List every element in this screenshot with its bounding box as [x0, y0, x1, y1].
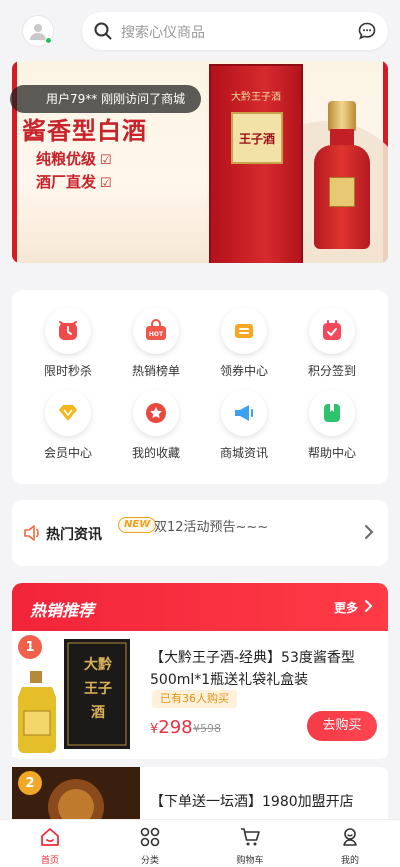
box-label: 大黔王子酒	[231, 92, 281, 103]
product-image[interactable]: 大黔 王子 酒 1	[12, 631, 140, 757]
home-icon	[41, 828, 59, 846]
menu-item-mall-news[interactable]: 商城资讯	[204, 390, 284, 461]
product-title[interactable]: 【大黔王子酒-经典】53度酱香型500ml*1瓶送礼袋礼盒装	[150, 647, 375, 691]
chevron-right-icon[interactable]	[364, 524, 374, 540]
new-badge: NEW	[118, 517, 157, 533]
svg-text:王子: 王子	[84, 681, 112, 697]
box-plate: 王子酒	[231, 112, 283, 164]
news-title: 热门资讯	[46, 527, 102, 543]
news-headline[interactable]: 双12活动预告~~~	[154, 516, 268, 535]
rank-badge: 2	[18, 771, 42, 795]
user-icon	[343, 828, 357, 846]
tab-mine[interactable]: 我的	[300, 820, 400, 867]
coupon-icon	[235, 324, 253, 338]
banner-bullet: 酒厂直发 ☑	[36, 173, 112, 191]
more-link[interactable]: 更多	[334, 599, 358, 616]
hot-section-title: 热销推荐	[30, 601, 95, 620]
alarm-clock-icon	[59, 321, 77, 340]
bottom-tab-bar: 首页 分类 购物车 我的	[0, 819, 400, 867]
tab-home[interactable]: 首页	[0, 820, 100, 867]
menu-label: 会员中心	[43, 446, 92, 460]
svg-text:酒: 酒	[91, 705, 105, 721]
svg-text:HOT: HOT	[149, 331, 164, 338]
online-status-dot	[45, 37, 52, 44]
star-icon	[146, 403, 166, 423]
menu-label: 领券中心	[219, 364, 268, 378]
product-card[interactable]: 2 【下单送一坛酒】1980加盟开店	[12, 767, 388, 827]
chat-bubble-icon[interactable]	[358, 22, 376, 40]
tab-cart[interactable]: 购物车	[200, 820, 300, 867]
tab-label: 分类	[140, 856, 159, 866]
megaphone-icon	[235, 405, 253, 421]
menu-label: 限时秒杀	[43, 364, 92, 378]
hot-section-header: 热销推荐 更多	[12, 583, 388, 631]
visit-toast: 用户79** 刚刚访问了商城	[10, 85, 202, 113]
banner-title: 酱香型白酒	[22, 116, 147, 145]
svg-text:大黔: 大黔	[84, 656, 112, 673]
liquor-bottle-image	[312, 101, 372, 251]
rank-badge: 1	[18, 635, 42, 659]
top-bar: 搜索心仪商品	[0, 0, 400, 60]
buy-button[interactable]: 去购买	[307, 711, 377, 741]
product-title[interactable]: 【下单送一坛酒】1980加盟开店	[150, 791, 375, 813]
menu-label: 帮助中心	[307, 446, 356, 460]
search-icon	[94, 22, 112, 40]
menu-label: 我的收藏	[131, 446, 180, 460]
news-ticker[interactable]: 热门资讯 NEW 双12活动预告~~~	[12, 500, 388, 566]
tab-label: 首页	[40, 856, 59, 866]
menu-item-points-checkin[interactable]: 积分签到	[292, 308, 372, 379]
search-bar[interactable]: 搜索心仪商品	[82, 12, 388, 50]
gift-box-image: 大黔王子酒 王子酒	[209, 64, 303, 263]
calendar-check-icon	[323, 320, 341, 340]
menu-item-flash-sale[interactable]: 限时秒杀	[28, 308, 108, 379]
tab-category[interactable]: 分类	[100, 820, 200, 867]
product-card[interactable]: 大黔 王子 酒 1 【大黔王子酒-经典】53度酱香型500ml*1瓶送礼袋礼盒装…	[12, 631, 388, 759]
quick-menu: 限时秒杀 HOT 热销榜单 领券中心 积分签到 会员中心 我的收藏 商城资讯 帮…	[12, 290, 388, 484]
product-price: ¥298	[150, 717, 193, 738]
menu-label: 热销榜单	[131, 364, 180, 378]
tab-label: 我的	[340, 856, 359, 866]
tab-label: 购物车	[236, 856, 264, 866]
menu-item-help-center[interactable]: 帮助中心	[292, 390, 372, 461]
chevron-right-icon[interactable]	[364, 599, 374, 613]
cart-icon	[241, 828, 260, 846]
menu-label: 积分签到	[307, 364, 356, 378]
menu-item-coupon-center[interactable]: 领券中心	[204, 308, 284, 379]
original-price: ¥598	[193, 722, 221, 735]
menu-item-member-center[interactable]: 会员中心	[28, 390, 108, 461]
menu-item-hot-ranking[interactable]: HOT 热销榜单	[116, 308, 196, 379]
sold-count-badge: 已有36人购买	[152, 690, 237, 708]
diamond-icon	[59, 405, 77, 421]
banner-bullet: 纯粮优级 ☑	[36, 150, 112, 168]
speaker-icon	[24, 525, 39, 541]
bookmark-icon	[324, 404, 340, 422]
category-grid-icon	[140, 827, 160, 847]
product-image[interactable]: 2	[12, 767, 140, 827]
menu-item-my-favorites[interactable]: 我的收藏	[116, 390, 196, 461]
search-placeholder: 搜索心仪商品	[121, 25, 205, 41]
hot-bag-icon: HOT	[146, 319, 166, 340]
menu-label: 商城资讯	[219, 446, 268, 460]
avatar[interactable]	[22, 15, 54, 47]
